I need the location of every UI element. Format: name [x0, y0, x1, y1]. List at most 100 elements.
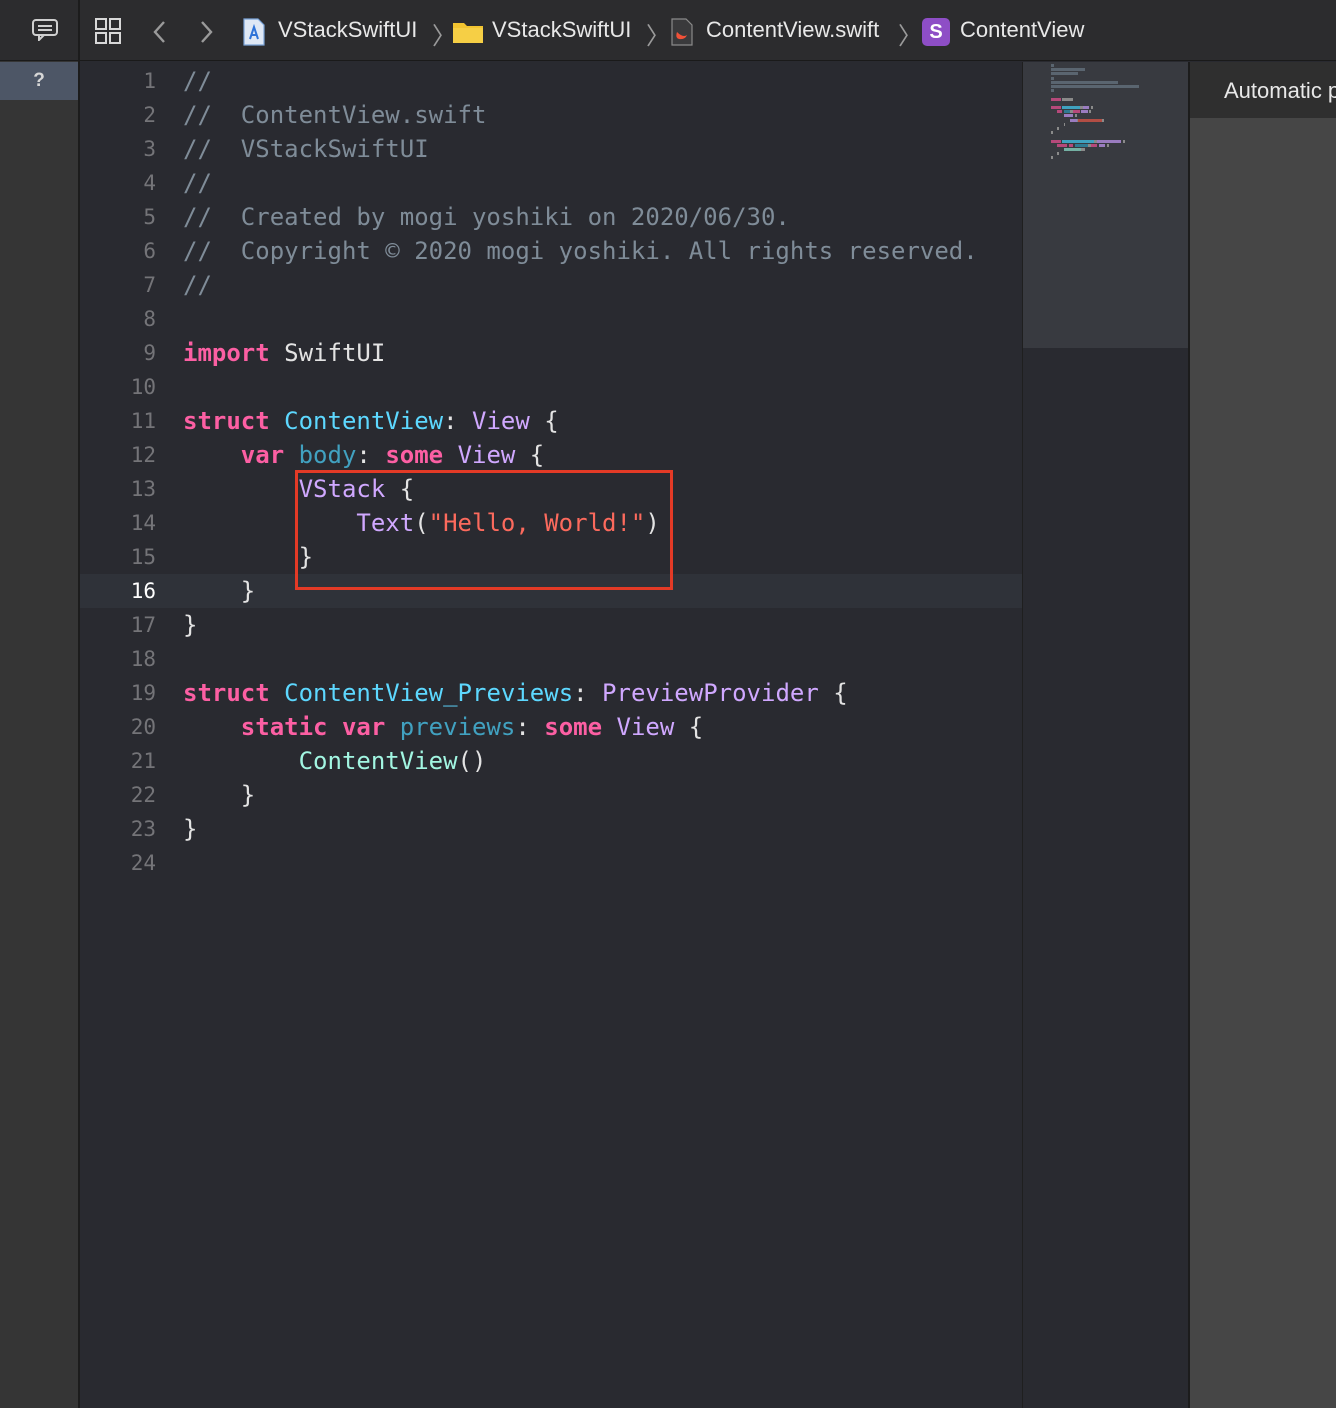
- line-number: 18: [130, 647, 156, 671]
- code-text: var body: some View {: [183, 438, 544, 472]
- line-number: 4: [143, 171, 156, 195]
- forward-chevron-icon[interactable]: [198, 20, 214, 44]
- line-number: 7: [143, 273, 156, 297]
- code-token: import: [183, 339, 270, 367]
- code-editor[interactable]: 1 // 2 // ContentView.swift 3 // VStackSwiftU…: [80, 62, 1022, 1408]
- code-line[interactable]: 5 // Created by mogi yoshiki on 2020/06/3…: [80, 200, 1022, 234]
- code-token: // Copyright © 2020 mogi yoshiki. All ri…: [183, 237, 978, 265]
- code-text: }: [183, 812, 197, 846]
- code-token: PreviewProvider: [602, 679, 819, 707]
- code-token: // VStackSwiftUI: [183, 135, 429, 163]
- preview-status-label: Automatic p: [1224, 78, 1336, 103]
- minimap-token: [1091, 106, 1093, 109]
- jump-bar: VStackSwiftUI 〉 VStackSwiftUI 〉 ContentV…: [80, 0, 1336, 61]
- folder-icon: [453, 23, 483, 43]
- line-number: 11: [130, 409, 156, 433]
- code-token: }: [183, 611, 198, 639]
- code-line[interactable]: 8: [80, 302, 1022, 336]
- minimap-token: [1051, 106, 1061, 109]
- code-token: some: [385, 441, 444, 469]
- code-line[interactable]: 12 var body: some View {: [80, 438, 1022, 472]
- code-line[interactable]: 2 // ContentView.swift: [80, 98, 1022, 132]
- code-line[interactable]: 18: [80, 642, 1022, 676]
- code-token: previews: [399, 713, 516, 741]
- minimap-token: [1107, 143, 1109, 147]
- code-line[interactable]: 17}: [80, 608, 1022, 642]
- code-token: {: [818, 679, 848, 707]
- code-line[interactable]: 22 }: [80, 778, 1022, 812]
- minimap-token: [1051, 85, 1139, 88]
- code-text: struct ContentView: View {: [183, 404, 559, 438]
- code-line[interactable]: 21 ContentView(): [80, 744, 1022, 778]
- code-text: //: [183, 166, 212, 200]
- code-token: // Created by mogi yoshiki on 2020/06/30…: [183, 203, 790, 231]
- line-number: 2: [143, 103, 156, 127]
- code-token: body: [298, 441, 357, 469]
- minimap[interactable]: [1022, 62, 1189, 1408]
- minimap-token: [1081, 110, 1088, 114]
- code-token: {: [529, 407, 559, 435]
- line-number: 17: [130, 613, 156, 637]
- line-number: 24: [130, 851, 156, 875]
- code-line[interactable]: 7 //: [80, 268, 1022, 302]
- minimap-token: [1051, 68, 1085, 72]
- breadcrumb-file[interactable]: ContentView.swift: [706, 17, 879, 43]
- code-line[interactable]: 9 import SwiftUI: [80, 336, 1022, 370]
- minimap-token: [1073, 110, 1080, 114]
- back-chevron-icon[interactable]: [152, 20, 168, 44]
- code-text: }: [183, 778, 255, 812]
- comment-icon[interactable]: [32, 19, 58, 41]
- help-tab[interactable]: ?: [0, 62, 78, 100]
- code-token: }: [183, 815, 198, 843]
- breadcrumb-project[interactable]: VStackSwiftUI: [278, 17, 417, 43]
- code-text: // ContentView.swift: [183, 98, 486, 132]
- code-token: {: [674, 713, 704, 741]
- code-line[interactable]: 19 struct ContentView_Previews: PreviewPr…: [80, 676, 1022, 710]
- code-token: //: [183, 271, 212, 299]
- code-line[interactable]: 4 //: [80, 166, 1022, 200]
- code-token: :: [356, 441, 386, 469]
- code-line[interactable]: 3 // VStackSwiftUI: [80, 132, 1022, 166]
- code-line[interactable]: 1 //: [80, 64, 1022, 98]
- minimap-token: [1062, 139, 1095, 143]
- breadcrumb-symbol[interactable]: ContentView: [960, 17, 1084, 43]
- code-text: //: [183, 64, 212, 98]
- minimap-token: [1051, 76, 1055, 80]
- code-line[interactable]: 11 struct ContentView: View {: [80, 404, 1022, 438]
- code-token: some: [544, 713, 603, 741]
- preview-header: Automatic p: [1190, 62, 1336, 118]
- left-strip-header: [0, 0, 78, 61]
- breadcrumb-folder[interactable]: VStackSwiftUI: [492, 17, 631, 43]
- code-token: (): [457, 747, 487, 775]
- code-text: //: [183, 268, 212, 302]
- minimap-token: [1051, 89, 1055, 93]
- code-line[interactable]: 20 static var previews: some View {: [80, 710, 1022, 744]
- line-number: 19: [130, 681, 156, 705]
- line-number: 16: [130, 579, 156, 603]
- minimap-token: [1075, 143, 1088, 147]
- minimap-token: [1051, 72, 1079, 76]
- minimap-token: [1062, 106, 1080, 109]
- minimap-token: [1083, 106, 1090, 109]
- minimap-token: [1063, 114, 1074, 118]
- line-number: 1: [143, 69, 156, 93]
- code-token: static: [240, 713, 328, 741]
- code-line[interactable]: 10: [80, 370, 1022, 404]
- code-line[interactable]: 24: [80, 846, 1022, 880]
- code-line[interactable]: 6 // Copyright © 2020 mogi yoshiki. All r…: [80, 234, 1022, 268]
- code-token: //: [183, 67, 212, 95]
- code-text: // Copyright © 2020 mogi yoshiki. All ri…: [183, 234, 978, 268]
- line-number: 3: [143, 137, 156, 161]
- code-text: ContentView(): [183, 744, 487, 778]
- code-line[interactable]: 23}: [80, 812, 1022, 846]
- minimap-token: [1057, 143, 1067, 147]
- related-items-grid-icon[interactable]: [94, 17, 122, 45]
- minimap-visible-region[interactable]: [1023, 62, 1189, 348]
- minimap-token: [1057, 152, 1059, 156]
